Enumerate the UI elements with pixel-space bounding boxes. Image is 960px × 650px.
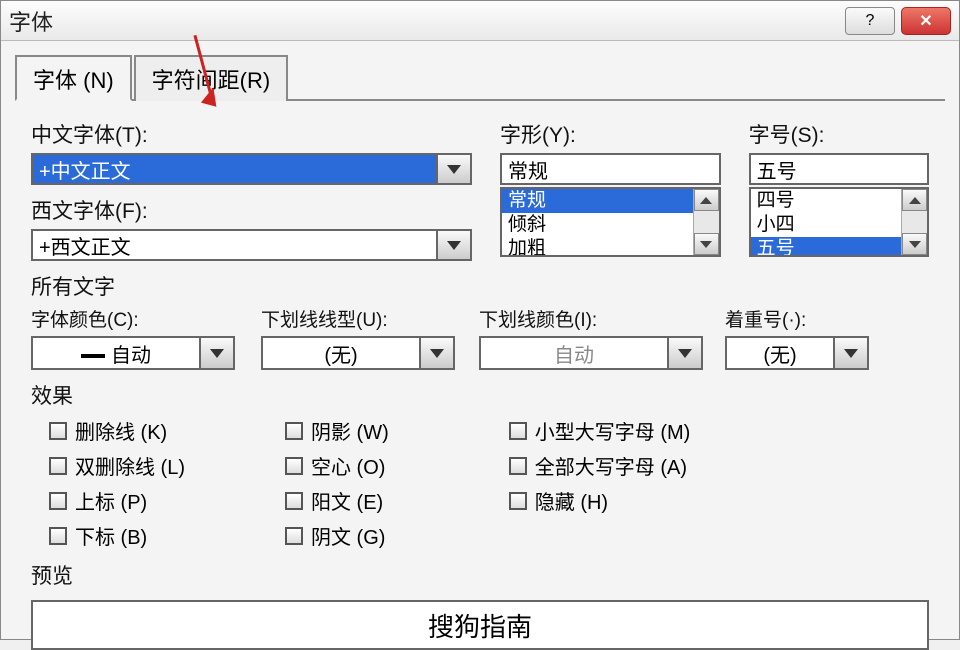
chevron-down-icon <box>700 241 712 248</box>
chevron-down-icon <box>430 349 444 358</box>
font-color-value: 自动 <box>111 339 151 368</box>
checkbox-icon <box>509 492 527 510</box>
effects-group: 删除线 (K) 双删除线 (L) 上标 (P) 下标 (B) 阴影 (W) 空心… <box>49 416 929 550</box>
emphasis-label: 着重号(·): <box>725 305 885 332</box>
scrollbar[interactable] <box>693 189 719 255</box>
scroll-up-button[interactable] <box>902 189 927 211</box>
chinese-font-combo[interactable] <box>31 153 472 185</box>
checkbox-icon <box>285 457 303 475</box>
checkbox-engrave[interactable]: 阴文 (G) <box>285 521 389 550</box>
western-font-combo[interactable] <box>31 229 472 261</box>
chevron-down-icon <box>210 349 224 358</box>
font-style-input[interactable] <box>500 153 721 185</box>
chinese-font-label: 中文字体(T): <box>31 119 472 149</box>
checkbox-icon <box>49 492 67 510</box>
emphasis-dropdown[interactable]: (无) <box>725 336 885 370</box>
chevron-up-icon <box>700 197 712 204</box>
close-button[interactable]: ✕ <box>901 7 951 35</box>
checkbox-all-caps[interactable]: 全部大写字母 (A) <box>509 451 691 480</box>
underline-style-value: (无) <box>261 336 421 370</box>
western-font-input[interactable] <box>31 229 438 261</box>
emphasis-value: (无) <box>725 336 835 370</box>
underline-color-label: 下划线颜色(I): <box>479 305 707 332</box>
titlebar: 字体 ? ✕ <box>1 1 959 41</box>
tab-font[interactable]: 字体 (N) <box>15 55 132 101</box>
color-swatch-icon <box>81 348 105 358</box>
dialog-body: 中文字体(T): 西文字体(F): 字形(Y): 常规 倾斜 <box>1 101 959 650</box>
font-style-list[interactable]: 常规 倾斜 加粗 <box>500 187 721 257</box>
checkbox-shadow[interactable]: 阴影 (W) <box>285 416 389 445</box>
checkbox-superscript[interactable]: 上标 (P) <box>49 486 185 515</box>
chinese-font-dropdown-button[interactable] <box>438 153 472 185</box>
dropdown-button[interactable] <box>835 336 869 370</box>
western-font-label: 西文字体(F): <box>31 195 472 225</box>
list-item[interactable]: 倾斜 <box>502 213 693 237</box>
help-icon: ? <box>866 12 875 30</box>
font-dialog: 字体 ? ✕ 字体 (N) 字符间距(R) 中文字体(T): 西文字体(F): <box>0 0 960 640</box>
checkbox-icon <box>509 422 527 440</box>
underline-color-value: 自动 <box>479 336 669 370</box>
checkbox-strikethrough[interactable]: 删除线 (K) <box>49 416 185 445</box>
chevron-up-icon <box>909 197 921 204</box>
checkbox-icon <box>285 422 303 440</box>
underline-style-label: 下划线线型(U): <box>261 305 461 332</box>
font-size-list[interactable]: 四号 小四 五号 <box>749 187 929 257</box>
underline-color-dropdown[interactable]: 自动 <box>479 336 707 370</box>
chevron-down-icon <box>909 241 921 248</box>
checkbox-double-strikethrough[interactable]: 双删除线 (L) <box>49 451 185 480</box>
font-color-label: 字体颜色(C): <box>31 305 243 332</box>
preview-box: 搜狗指南 <box>31 600 929 650</box>
checkbox-icon <box>49 527 67 545</box>
tab-char-spacing[interactable]: 字符间距(R) <box>134 55 289 101</box>
list-item[interactable]: 常规 <box>502 189 693 213</box>
scroll-up-button[interactable] <box>694 189 719 211</box>
all-text-label: 所有文字 <box>31 271 929 301</box>
chevron-down-icon <box>678 349 692 358</box>
checkbox-icon <box>49 422 67 440</box>
checkbox-icon <box>49 457 67 475</box>
list-item[interactable]: 加粗 <box>502 237 693 255</box>
checkbox-hidden[interactable]: 隐藏 (H) <box>509 486 691 515</box>
checkbox-icon <box>285 492 303 510</box>
dropdown-button[interactable] <box>421 336 455 370</box>
checkbox-small-caps[interactable]: 小型大写字母 (M) <box>509 416 691 445</box>
list-item[interactable]: 四号 <box>751 189 901 213</box>
dropdown-button[interactable] <box>201 336 235 370</box>
font-color-dropdown[interactable]: 自动 <box>31 336 243 370</box>
list-item[interactable]: 小四 <box>751 213 901 237</box>
dropdown-button[interactable] <box>669 336 703 370</box>
underline-style-dropdown[interactable]: (无) <box>261 336 461 370</box>
scroll-down-button[interactable] <box>902 233 927 255</box>
preview-text: 搜狗指南 <box>428 607 532 644</box>
chevron-down-icon <box>447 165 461 174</box>
checkbox-subscript[interactable]: 下标 (B) <box>49 521 185 550</box>
chevron-down-icon <box>447 241 461 250</box>
font-style-label: 字形(Y): <box>500 119 721 149</box>
chinese-font-input[interactable] <box>31 153 438 185</box>
western-font-dropdown-button[interactable] <box>438 229 472 261</box>
font-size-input[interactable] <box>749 153 929 185</box>
tab-bar: 字体 (N) 字符间距(R) <box>1 41 959 101</box>
chevron-down-icon <box>844 349 858 358</box>
scroll-down-button[interactable] <box>694 233 719 255</box>
checkbox-icon <box>509 457 527 475</box>
checkbox-emboss[interactable]: 阳文 (E) <box>285 486 389 515</box>
close-icon: ✕ <box>919 11 932 31</box>
list-item[interactable]: 五号 <box>751 237 901 255</box>
preview-label: 预览 <box>31 560 929 590</box>
effects-label: 效果 <box>31 380 929 410</box>
font-size-label: 字号(S): <box>749 119 929 149</box>
checkbox-icon <box>285 527 303 545</box>
window-title: 字体 <box>9 5 845 37</box>
checkbox-outline[interactable]: 空心 (O) <box>285 451 389 480</box>
scrollbar[interactable] <box>901 189 927 255</box>
help-button[interactable]: ? <box>845 7 895 35</box>
